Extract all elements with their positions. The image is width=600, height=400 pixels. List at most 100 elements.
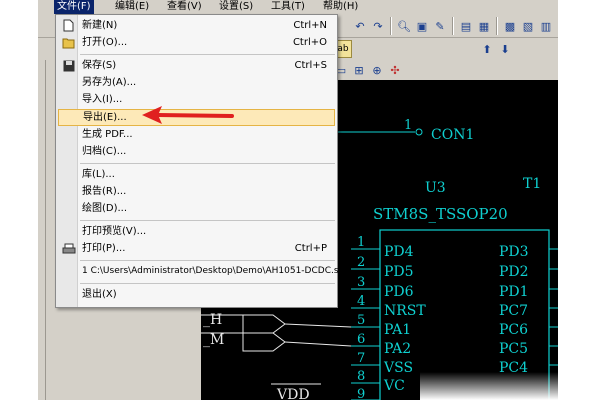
pin-name: PD1 [499,284,529,300]
move-up-icon[interactable]: ⬆ [478,40,496,58]
printer-icon [61,241,76,256]
pin-name: VC [383,378,405,394]
menu-edit[interactable]: 编辑(E) [112,0,152,14]
menu-separator [80,220,335,221]
menu-item-archive[interactable]: 归档(C)... [58,143,335,160]
pin-number: 2 [357,255,365,270]
menubar: 文件(F) 编辑(E) 查看(V) 设置(S) 工具(T) 帮助(H) [38,0,558,14]
left-nets: _H _M VDD [201,312,352,400]
menu-file[interactable]: 文件(F) [54,0,94,14]
save-disk-icon [61,58,76,73]
chip-icon[interactable]: ▥ [537,17,555,35]
move-down-icon[interactable]: ⬇ [496,40,514,58]
menu-item-new[interactable]: 新建(N) Ctrl+N [58,17,335,34]
watermark-fade [420,372,600,400]
net-wire [284,341,352,347]
menu-item-label: 退出(X) [82,289,117,300]
pin-number: 6 [357,332,365,347]
con-pin-circle [415,128,423,136]
pin-number: 8 [357,369,365,384]
menu-help[interactable]: 帮助(H) [320,0,361,14]
con-pin-number: 1 [404,118,412,133]
menu-item-label: 另存为(A)... [82,77,137,88]
ref-u3: U3 [425,180,446,196]
menu-item-label: 归档(C)... [82,146,127,157]
menu-item-label: 库(L)... [82,169,115,180]
menu-view[interactable]: 查看(V) [164,0,205,14]
place-bus-icon[interactable]: ⊞ [350,61,368,79]
library-icon[interactable]: ▦ [475,17,493,35]
menu-item-save-as[interactable]: 另存为(A)... [58,74,335,91]
pin-name: PA2 [384,341,411,357]
undo-icon[interactable]: ↶ [351,17,369,35]
netlist-icon[interactable]: ▤ [457,17,475,35]
menu-settings[interactable]: 设置(S) [216,0,256,14]
net-label: _H [203,312,222,328]
zoom-search-icon[interactable]: 🔍︎ [395,17,413,35]
find-component-icon[interactable]: ▣ [413,17,431,35]
menu-separator [80,260,335,261]
left-panel-strip [38,60,46,400]
open-folder-icon [61,35,76,50]
pin-number: 7 [357,351,365,366]
pin-name: PD6 [384,284,414,300]
net-label: _M [203,332,224,348]
menu-item-library[interactable]: 库(L)... [58,166,335,183]
pin-name: PC6 [499,322,528,338]
menu-separator [80,54,335,55]
menu-item-label: 新建(N) [82,20,118,31]
pin-name: PC7 [499,303,528,319]
pin-number: 9 [357,387,365,400]
menu-item-label: 打印(P)... [82,243,126,254]
menu-item-print-preview[interactable]: 打印预览(V)... [58,223,335,240]
menu-item-exit[interactable]: 退出(X) [58,286,335,303]
place-power-icon[interactable]: ⊕ [368,61,386,79]
menu-item-label: 1 C:\Users\Administrator\Desktop\Demo\AH… [82,266,350,276]
pin-name: PD5 [384,264,414,280]
menu-item-drawing[interactable]: 绘图(D)... [58,200,335,217]
pin-name: PC5 [499,341,528,357]
menu-item-label: 打印预览(V)... [82,226,147,237]
net-wire [284,323,352,328]
menu-item-label: 导出(E)... [83,112,127,123]
menu-item-recent-file[interactable]: 1 C:\Users\Administrator\Desktop\Demo\AH… [58,263,349,280]
menu-item-shortcut: Ctrl+N [293,20,327,31]
pin-number: 4 [357,294,365,309]
menu-item-label: 导入(I)... [82,94,123,105]
toolbar-separator [496,17,498,35]
menu-item-print[interactable]: 打印(P)... Ctrl+P [58,240,335,257]
left-pin-group: 1 PD4 2 PD5 3 PD6 4 NRST 5 PA1 6 PA2 7 V… [351,235,426,400]
component-icon[interactable]: ▩ [501,17,519,35]
pin-number: 5 [357,313,365,328]
place-net-icon[interactable]: ✣ [386,61,404,79]
annotation-arrow [142,106,234,124]
port-shape [242,314,286,334]
redo-icon[interactable]: ↷ [369,17,387,35]
toolbar-separator [390,17,392,35]
pin-number: 3 [357,275,365,290]
pin-name: PD2 [499,264,529,280]
menu-item-generate-pdf[interactable]: 生成 PDF... [58,126,335,143]
menu-item-save[interactable]: 保存(S) Ctrl+S [58,57,335,74]
menu-item-label: 打开(O)... [82,37,128,48]
pin-name: PA1 [384,322,411,338]
menu-item-label: 绘图(D)... [82,203,128,214]
pin-name: VSS [383,360,413,376]
menu-separator [80,163,335,164]
pin-name: PD4 [384,244,414,260]
ref-t1: T1 [523,176,541,192]
probe-icon[interactable]: ✎ [431,17,449,35]
menu-item-shortcut: Ctrl+P [294,243,327,254]
application-window: 文件(F) 编辑(E) 查看(V) 设置(S) 工具(T) 帮助(H) ↶ ↷ … [38,0,558,400]
pin-name: NRST [384,303,426,319]
pcb-icon[interactable]: ▧ [519,17,537,35]
menu-item-label: 报告(R)... [82,186,127,197]
menu-item-report[interactable]: 报告(R)... [58,183,335,200]
menu-tools[interactable]: 工具(T) [268,0,308,14]
menu-separator [80,283,335,284]
menu-item-label: 保存(S) [82,60,117,71]
net-label-vdd: VDD [276,387,310,400]
menu-item-open[interactable]: 打开(O)... Ctrl+O [58,34,335,51]
file-menu-dropdown: 新建(N) Ctrl+N 打开(O)... Ctrl+O 保存(S) Ctrl+… [55,14,349,308]
screenshot-frame: 文件(F) 编辑(E) 查看(V) 设置(S) 工具(T) 帮助(H) ↶ ↷ … [0,0,600,400]
